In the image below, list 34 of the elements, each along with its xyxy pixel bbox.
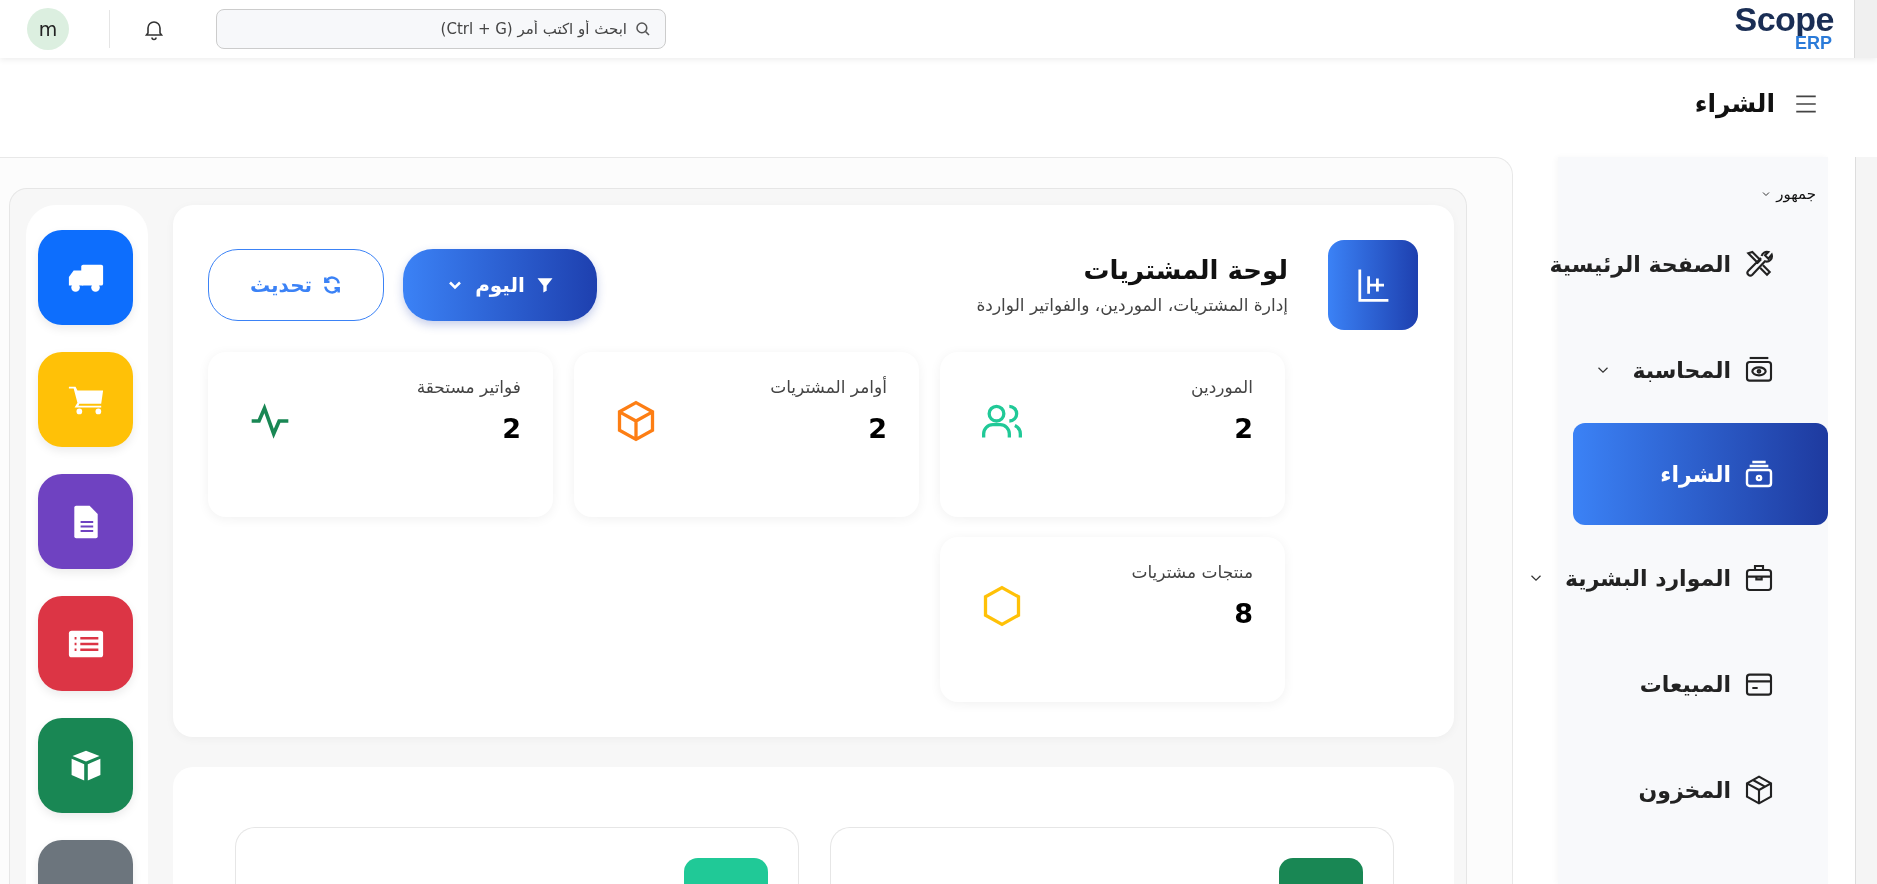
shortcut-button[interactable] (38, 474, 133, 569)
search-icon (634, 20, 652, 38)
page-title: الشراء (1694, 89, 1775, 118)
shortcut-button[interactable] (38, 718, 133, 813)
wallet-icon (1743, 458, 1775, 490)
refresh-button[interactable]: تحديث (208, 249, 384, 321)
chart-icon (1328, 240, 1418, 330)
stat-label: الموردين (1191, 377, 1253, 397)
group-selector[interactable]: جمهور (1760, 157, 1828, 211)
stat-label: منتجات مشتريات (1131, 562, 1253, 582)
user-avatar[interactable]: m (27, 8, 69, 50)
sidebar-item[interactable]: الموارد البشرية (1527, 525, 1828, 631)
refresh-icon (322, 275, 343, 295)
scrollbar[interactable] (1854, 0, 1877, 58)
stat-label: أوامر المشتريات (770, 377, 887, 397)
stat-value: 8 (1233, 598, 1253, 629)
toolbox-icon (1743, 562, 1775, 594)
sidebar-item[interactable]: المخزون (1638, 737, 1828, 843)
dashboard-title: لوحة المشتريات (1082, 255, 1288, 285)
stat-value: 2 (501, 413, 521, 444)
stat-value: 2 (1233, 413, 1253, 444)
shortcut-button[interactable] (38, 230, 133, 325)
filter-button[interactable]: اليوم (403, 249, 597, 321)
tools-icon (1743, 248, 1775, 280)
scrollbar[interactable] (1855, 157, 1877, 884)
sidebar-item[interactable]: الصفحة الرئيسية (1549, 211, 1828, 317)
sidebar-item[interactable]: المبيعات (1639, 631, 1828, 737)
box-icon (1743, 774, 1775, 806)
stat-value: 2 (867, 413, 887, 444)
stat-label: فواتير مستحقة (416, 377, 521, 397)
dashboard-subtitle: إدارة المشتريات، الموردين، والفواتير الواردة (976, 295, 1288, 315)
sidebar-item[interactable]: الشراء (1573, 423, 1828, 525)
shortcut-button[interactable] (38, 596, 133, 691)
sidebar-item[interactable]: المحاسبة (1594, 317, 1828, 423)
